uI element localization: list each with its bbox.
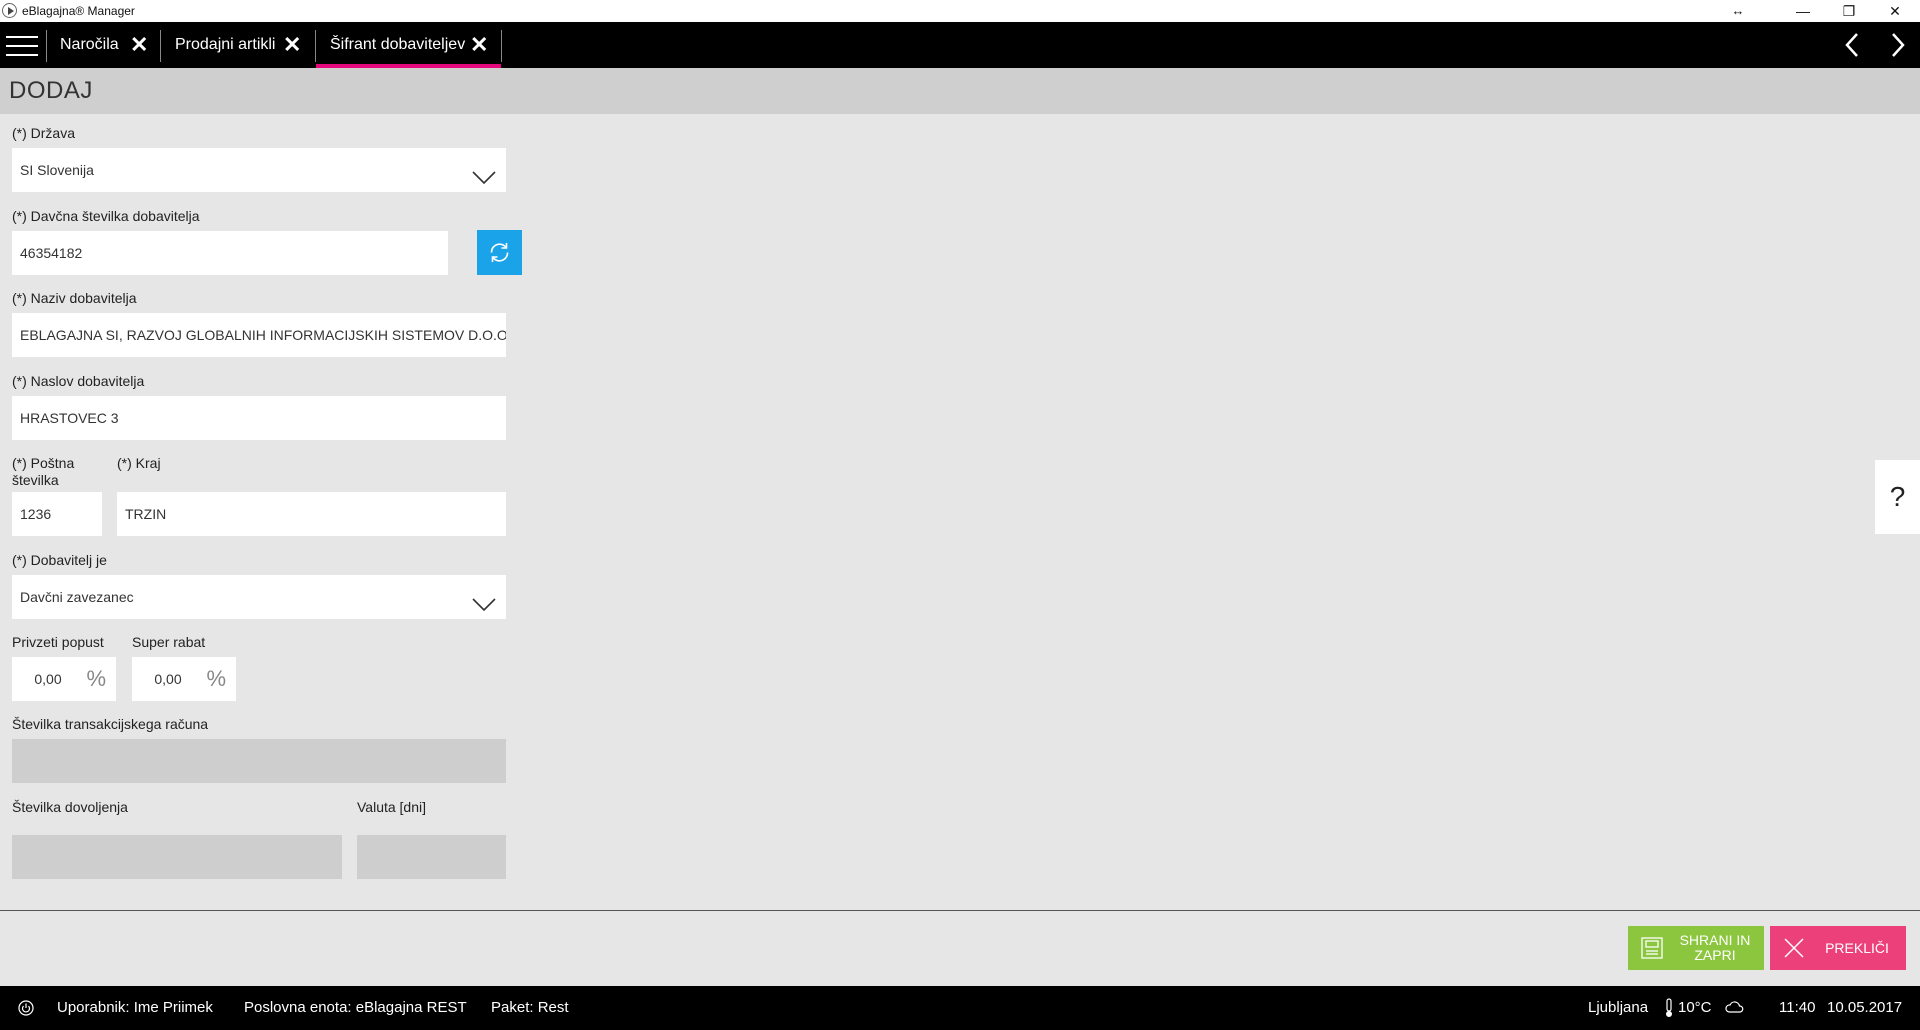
permit-number-input[interactable] [12,835,342,879]
percent-icon: % [206,666,226,691]
chevron-left-icon[interactable] [1838,30,1868,60]
refresh-button[interactable] [477,230,522,275]
percent-icon: % [86,666,106,691]
save-button-label: SHRANI IN ZAPRI [1679,932,1751,963]
maximize-button[interactable]: ❐ [1826,0,1872,22]
supplier-address-label: (*) Naslov dobavitelja [12,373,145,389]
city-value: TRZIN [125,506,167,522]
supplier-name-value: EBLAGAJNA SI, RAZVOJ GLOBALNIH INFORMACI… [20,327,506,343]
default-discount-label: Privzeti popust [12,634,104,650]
supplier-name-label: (*) Naziv dobavitelja [12,290,137,306]
status-temperature: 10°C [1678,999,1712,1016]
chevron-right-icon[interactable] [1882,30,1912,60]
super-rebate-value: 0,00 [154,671,182,687]
supplier-address-value: HRASTOVEC 3 [20,410,119,426]
actions-divider [0,910,1920,911]
tab-narocila[interactable]: Naročila ✕ [46,22,160,68]
city-input[interactable]: TRZIN [117,492,506,536]
save-and-close-button[interactable]: SHRANI IN ZAPRI [1628,926,1764,970]
tax-number-input[interactable]: 46354182 [12,231,448,275]
tax-number-label: (*) Davčna številka dobavitelja [12,208,200,224]
tab-sifrant-dobaviteljev[interactable]: Šifrant dobaviteljev ✕ [316,22,501,68]
country-label: (*) Država [12,125,76,141]
cancel-button-label: PREKLIČI [1825,939,1889,956]
status-time: 11:40 [1779,999,1816,1016]
payment-term-label: Valuta [dni] [357,799,427,815]
save-icon [1641,937,1663,959]
page-title: DODAJ [9,77,93,104]
tab-label: Šifrant dobaviteljev [330,36,466,53]
thermometer-icon [1666,998,1672,1017]
supplier-address-input[interactable]: HRASTOVEC 3 [12,396,506,440]
status-business-unit: Poslovna enota: eBlagajna REST [244,999,467,1016]
tab-label: Naročila [60,36,119,53]
chevron-down-icon [472,587,496,612]
app-logo-icon [2,3,17,18]
cloud-icon [1725,1001,1744,1013]
permit-number-label: Številka dovoljenja [12,799,128,815]
payment-term-input[interactable] [357,835,506,879]
country-select[interactable]: SI Slovenija [12,148,506,192]
refresh-icon [490,243,509,262]
bank-account-label: Številka transakcijskega računa [12,716,209,732]
close-icon[interactable]: ✕ [283,22,301,68]
power-icon[interactable] [18,1000,34,1016]
tab-divider [501,30,502,62]
close-icon[interactable]: ✕ [130,22,148,68]
postal-code-input[interactable]: 1236 [12,492,102,536]
default-discount-input[interactable]: 0,00 % [12,657,116,701]
status-user: Uporabnik: Ime Priimek [57,999,213,1016]
tab-prodajni-artikli[interactable]: Prodajni artikli ✕ [161,22,315,68]
window-titlebar: eBlagajna® Manager ↔ — ❐ ✕ [0,0,1920,22]
tax-number-value: 46354182 [20,245,83,261]
menu-icon[interactable] [6,34,38,58]
status-bar: Uporabnik: Ime Priimek Poslovna enota: e… [0,986,1920,1030]
default-discount-value: 0,00 [34,671,62,687]
country-value: SI Slovenija [20,162,94,178]
postal-code-value: 1236 [20,506,52,522]
resize-icon[interactable]: ↔ [1715,0,1761,22]
super-rebate-input[interactable]: 0,00 % [132,657,236,701]
status-city: Ljubljana [1588,999,1649,1016]
close-icon[interactable]: ✕ [470,22,488,68]
close-window-button[interactable]: ✕ [1872,0,1918,22]
chevron-down-icon [472,160,496,185]
super-rebate-label: Super rabat [132,634,206,650]
status-package: Paket: Rest [491,999,569,1016]
supplier-name-input[interactable]: EBLAGAJNA SI, RAZVOJ GLOBALNIH INFORMACI… [12,313,506,357]
minimize-button[interactable]: — [1780,0,1826,22]
cancel-button[interactable]: PREKLIČI [1770,926,1906,970]
help-button[interactable]: ? [1875,460,1920,534]
page-header: DODAJ [0,68,1920,114]
supplier-type-label: (*) Dobavitelj je [12,552,107,568]
postal-code-label: (*) Poštna številka [12,455,75,488]
close-icon [1784,938,1804,958]
window-title: eBlagajna® Manager [22,4,135,18]
status-date: 10.05.2017 [1827,999,1903,1016]
supplier-type-select[interactable]: Davčni zavezanec [12,575,506,619]
supplier-type-value: Davčni zavezanec [20,589,134,605]
bank-account-input[interactable] [12,739,506,783]
tab-bar: Naročila ✕ Prodajni artikli ✕ Šifrant do… [0,22,1920,68]
city-label: (*) Kraj [117,455,161,471]
tab-label: Prodajni artikli [175,36,276,53]
